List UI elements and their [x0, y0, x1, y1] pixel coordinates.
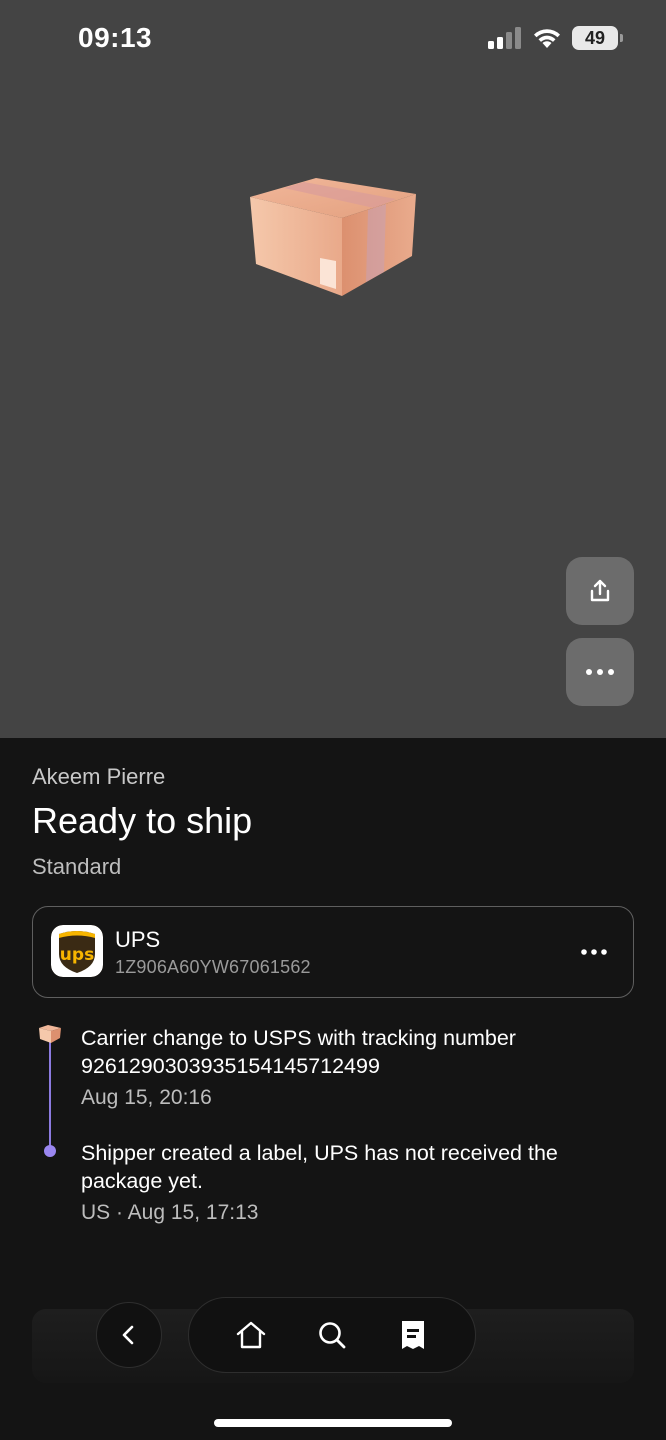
receipt-icon: [401, 1321, 424, 1349]
battery-icon: 49: [572, 26, 623, 50]
chevron-left-icon: [122, 1325, 134, 1345]
timeline-event-text: Carrier change to USPS with tracking num…: [81, 1026, 516, 1078]
nav-receipt-button[interactable]: [389, 1311, 437, 1359]
recipient-name: Akeem Pierre: [32, 764, 166, 789]
share-button[interactable]: [566, 557, 634, 625]
home-icon: [237, 1321, 266, 1349]
timeline-event-text: Shipper created a label, UPS has not rec…: [81, 1141, 558, 1193]
nav-search-button[interactable]: [308, 1311, 356, 1359]
timeline-event-date: Aug 15, 20:16: [81, 1086, 212, 1109]
more-horizontal-icon: [586, 669, 614, 675]
home-indicator[interactable]: [214, 1419, 452, 1427]
timeline-event-date: US · Aug 15, 17:13: [81, 1201, 259, 1224]
timeline-event: Shipper created a label, UPS has not rec…: [81, 1139, 621, 1225]
carrier-name: UPS: [115, 927, 161, 952]
tracking-number: 1Z906A60YW67061562: [115, 957, 311, 977]
hero-area: 09:13 49: [0, 0, 666, 738]
bottom-nav: [188, 1297, 476, 1373]
shipment-status-title: Ready to ship: [32, 800, 253, 841]
timeline-dot: [44, 1145, 56, 1157]
carrier-menu-button[interactable]: [577, 937, 611, 967]
package-box-icon: [250, 178, 416, 296]
nav-home-button[interactable]: [227, 1311, 275, 1359]
ups-logo-icon: ups: [51, 925, 103, 977]
status-time: 09:13: [78, 22, 153, 53]
back-button[interactable]: [96, 1302, 162, 1368]
more-horizontal-icon: [581, 949, 607, 955]
wifi-icon: [534, 29, 560, 48]
ups-logo-text: ups: [60, 945, 94, 965]
package-box-icon: [39, 1025, 61, 1043]
more-options-button[interactable]: [566, 638, 634, 706]
share-icon: [590, 579, 610, 602]
carrier-card[interactable]: ups UPS 1Z906A60YW67061562: [32, 906, 634, 998]
timeline-connector: [49, 1042, 51, 1150]
status-icons: 49: [488, 26, 623, 50]
search-icon: [319, 1322, 346, 1349]
timeline-event: Carrier change to USPS with tracking num…: [81, 1024, 621, 1110]
battery-level: 49: [584, 27, 606, 48]
shipping-service-level: Standard: [32, 854, 122, 879]
cellular-signal-icon: [488, 27, 521, 49]
